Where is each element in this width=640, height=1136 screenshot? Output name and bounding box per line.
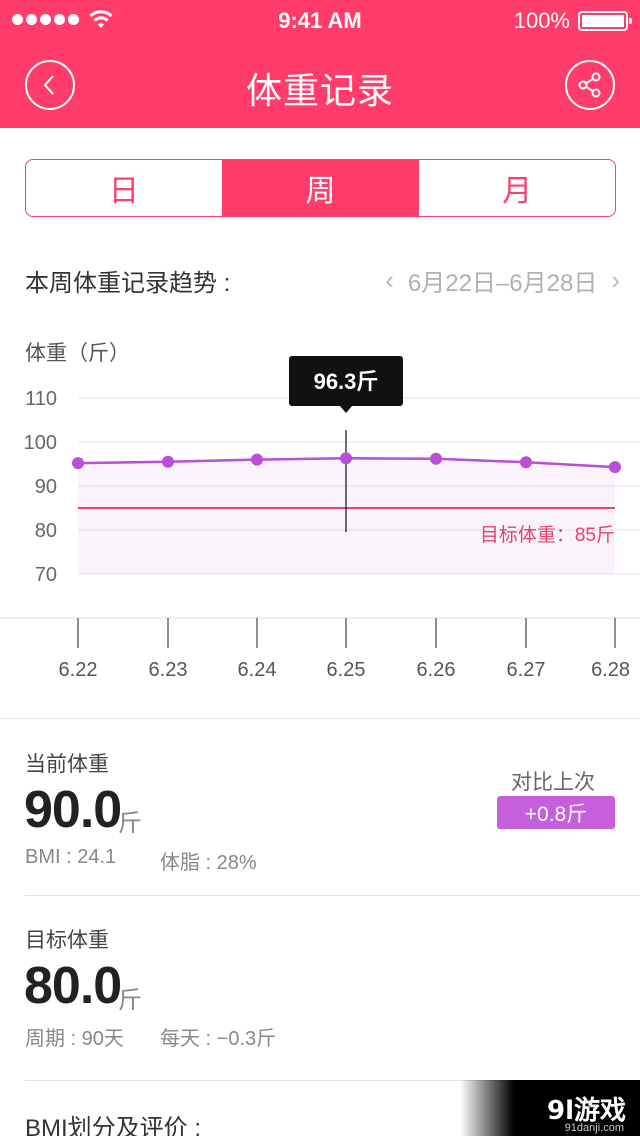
watermark-url: 91danji.com <box>564 1122 624 1134</box>
goal-weight-unit: 斤 <box>118 987 142 1014</box>
data-point <box>340 452 352 465</box>
compare-label: 对比上次 <box>511 771 595 794</box>
x-tick-label: 6.25 <box>327 659 366 681</box>
tab-week[interactable]: 周 <box>221 160 419 216</box>
bmi-value: BMI : 24.1 <box>25 846 117 868</box>
compare-badge: +0.8斤 <box>497 796 615 829</box>
x-tick-label: 6.24 <box>238 659 277 681</box>
status-bar: 9:41 AM 100% <box>0 0 640 40</box>
goal-weight-label: 目标体重 <box>25 929 109 952</box>
date-range-label: 6月22日–6月28日 <box>407 270 598 297</box>
page-title: 体重记录 <box>245 70 394 111</box>
watermark: 9l游戏 91danji.com <box>460 1080 640 1136</box>
y-tick-label: 80 <box>35 520 57 542</box>
current-weight-label: 当前体重 <box>25 753 109 776</box>
period-tabs: 日 周 月 <box>25 159 616 217</box>
divider <box>25 895 640 896</box>
current-weight-unit: 斤 <box>118 810 142 837</box>
x-tick-label: 6.22 <box>59 659 98 681</box>
tooltip-pointer <box>340 406 352 413</box>
current-weight-value: 90.0 <box>24 781 122 839</box>
x-tick-label: 6.23 <box>149 659 188 681</box>
date-range-selector: ‹ 6月22日–6月28日 › <box>385 263 620 298</box>
top-bar: 9:41 AM 100% 体重记录 <box>0 0 640 128</box>
target-label: 目标体重：85斤 <box>480 524 615 546</box>
tab-day[interactable]: 日 <box>26 160 222 216</box>
y-tick-label: 70 <box>35 564 57 586</box>
watermark-logo: 9l游戏 <box>546 1095 626 1126</box>
data-point <box>72 457 84 470</box>
trend-title: 本周体重记录趋势 : <box>25 270 231 297</box>
next-week-button[interactable]: › <box>611 265 620 296</box>
x-tick-label: 6.26 <box>417 659 456 681</box>
prev-week-button[interactable]: ‹ <box>385 265 394 296</box>
y-tick-label: 100 <box>24 432 57 454</box>
data-point <box>430 452 442 465</box>
body-fat-value: 体脂 : 28% <box>160 852 257 874</box>
tooltip-value: 96.3斤 <box>314 369 379 394</box>
divider <box>0 718 640 719</box>
share-button[interactable] <box>565 60 615 110</box>
bmi-section-title: BMI划分及评价 : <box>25 1115 202 1136</box>
data-point <box>520 456 532 469</box>
data-point <box>251 453 263 466</box>
goal-weight-value: 80.0 <box>24 957 122 1015</box>
x-tick-label: 6.28 <box>591 659 630 681</box>
data-point <box>609 461 621 474</box>
y-tick-label: 110 <box>25 388 57 410</box>
goal-daily: 每天 : −0.3斤 <box>160 1028 277 1050</box>
battery-percent: 100% <box>513 8 570 33</box>
goal-period: 周期 : 90天 <box>25 1028 124 1050</box>
tab-month[interactable]: 月 <box>418 160 615 216</box>
x-tick-label: 6.27 <box>507 659 546 681</box>
share-icon <box>578 72 601 98</box>
battery-icon <box>578 11 632 31</box>
weight-line-chart: 110 100 90 80 70 目标体重：85斤 96.3斤 6.22 6.23 6.24 6.2… <box>0 356 640 681</box>
y-tick-label: 90 <box>35 476 57 498</box>
data-point <box>162 455 174 468</box>
